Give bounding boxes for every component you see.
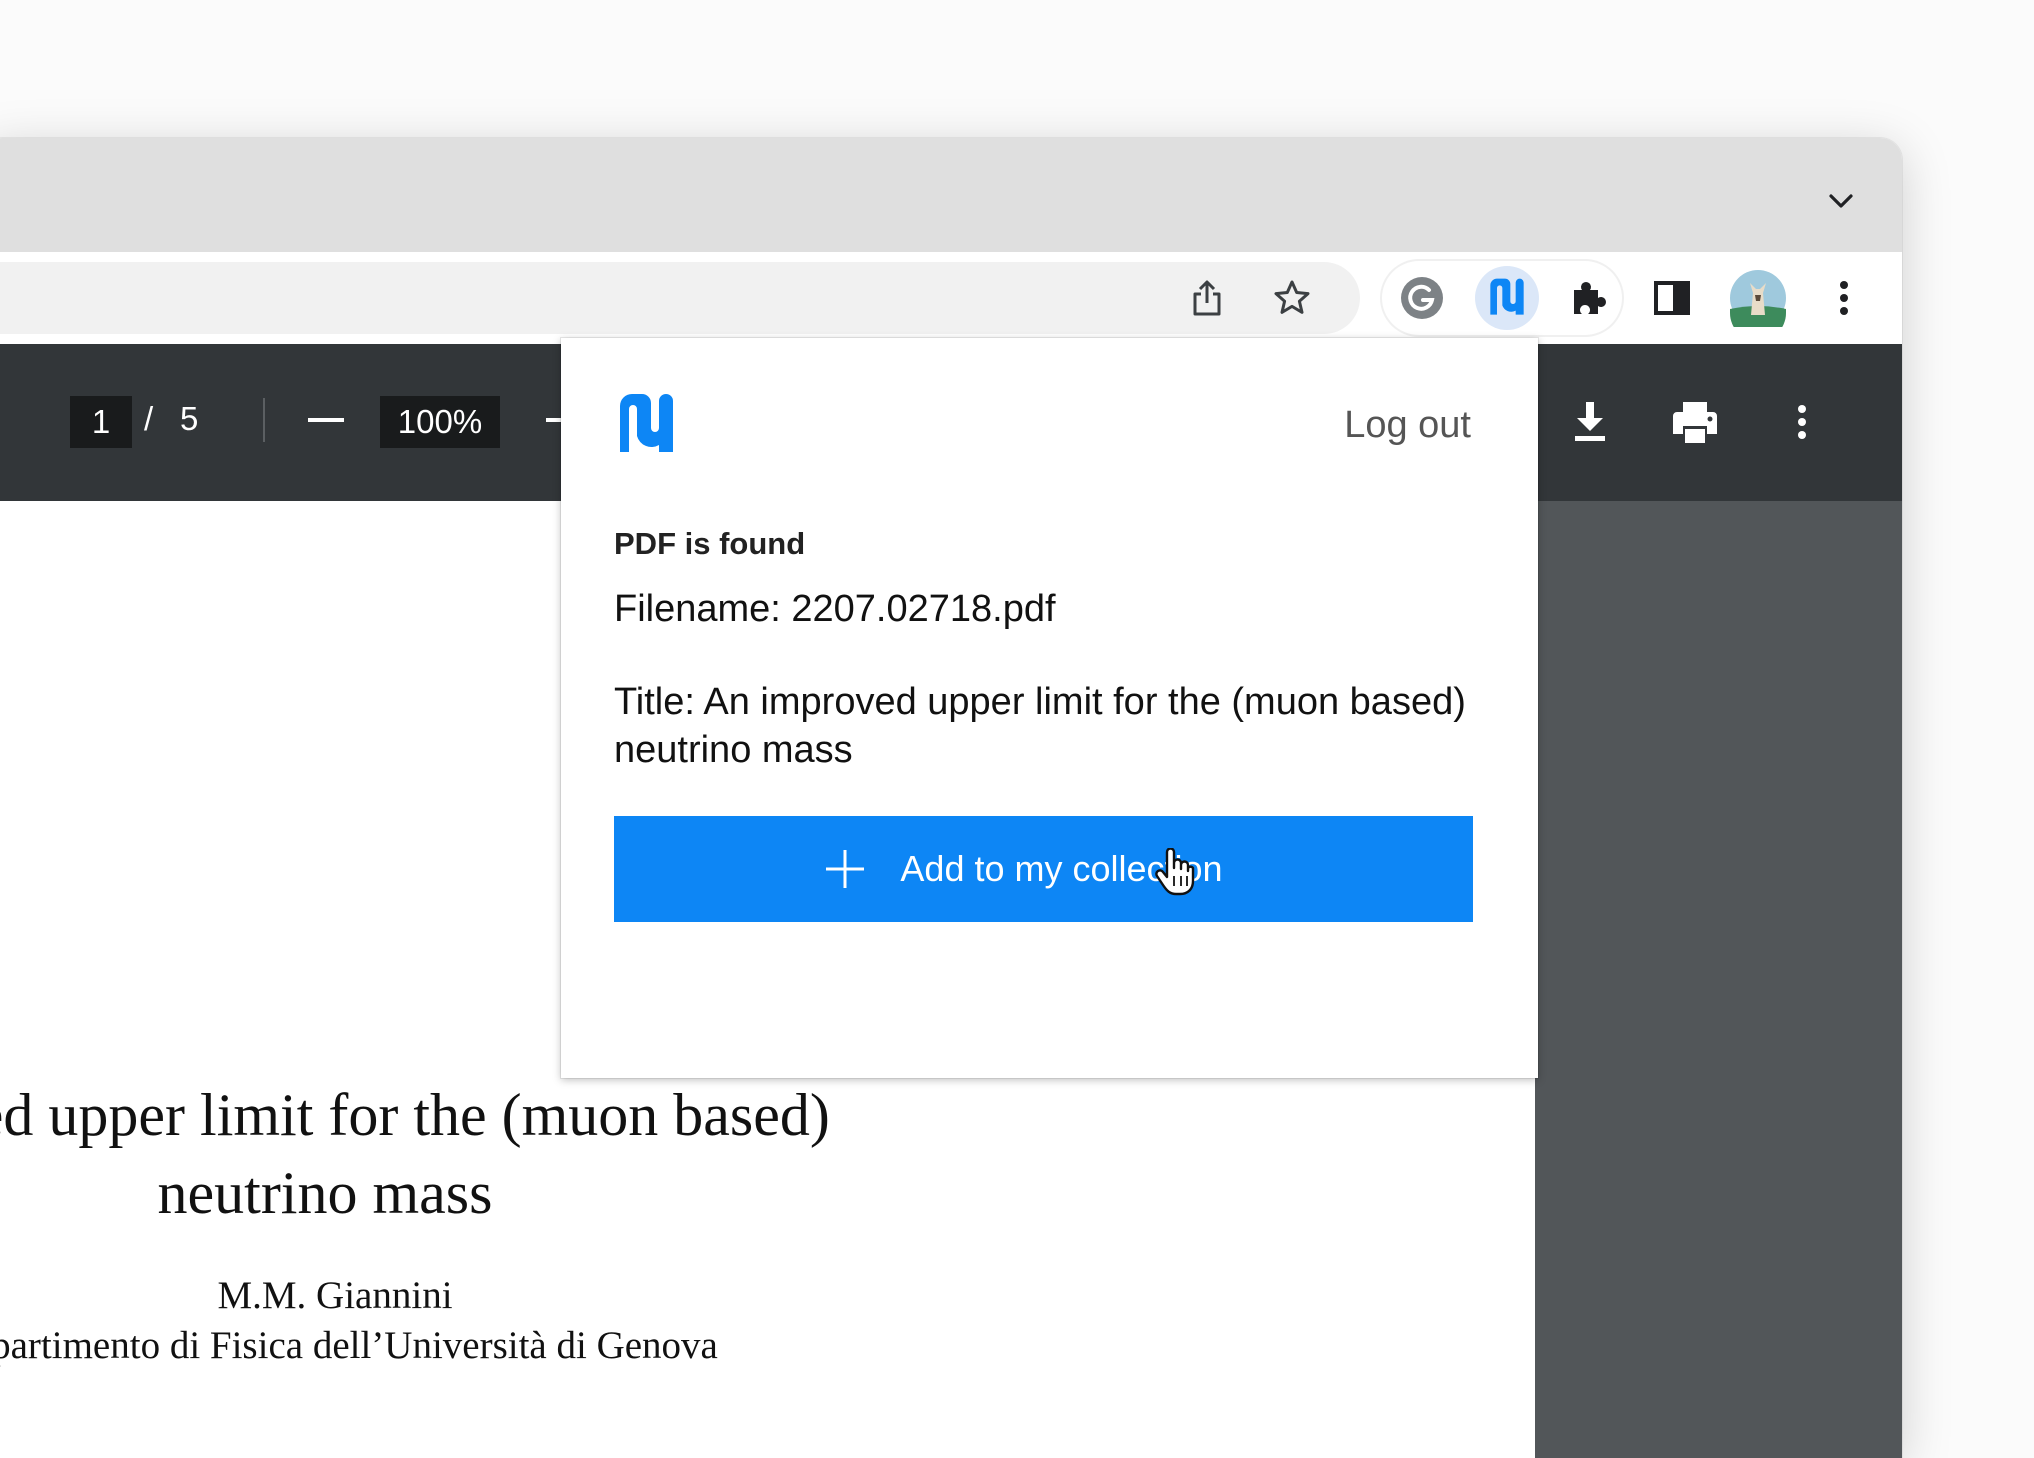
page-number-input[interactable]: 1 [70, 396, 132, 448]
document-title-line-2: neutrino mass [157, 1160, 493, 1226]
browser-toolbar [0, 252, 1902, 344]
paper-extension-button[interactable] [1475, 266, 1539, 330]
address-bar[interactable] [0, 262, 1360, 334]
browser-menu-button[interactable] [1816, 270, 1872, 326]
download-button[interactable] [1560, 392, 1620, 452]
document-affiliation: Dipartimento di Fisica dell’Università d… [0, 1324, 718, 1367]
minus-icon[interactable] [302, 394, 350, 446]
toolbar-divider [263, 398, 265, 442]
page-separator: / [144, 400, 154, 437]
document-author: M.M. Giannini [217, 1274, 453, 1317]
profile-button[interactable] [1726, 266, 1790, 330]
document-title-line-1: mproved upper limit for the (muon based) [0, 1082, 830, 1148]
puzzle-icon [1574, 282, 1606, 314]
plus-icon [826, 850, 865, 888]
extensions-menu-button[interactable] [1560, 270, 1616, 326]
add-to-collection-button[interactable]: Add to my collection [614, 816, 1473, 922]
filename-text: Filename: 2207.02718.pdf [614, 588, 1056, 630]
print-icon [1673, 402, 1717, 443]
document-title-text: Title: An improved upper limit for the (… [614, 681, 1466, 771]
extension-logo-icon [620, 394, 673, 452]
side-panel-icon [1654, 281, 1690, 315]
bookmark-star-button[interactable] [1264, 270, 1320, 326]
side-panel-button[interactable] [1644, 270, 1700, 326]
extension-logo-icon [1490, 278, 1524, 315]
print-button[interactable] [1665, 392, 1725, 452]
zoom-level-input[interactable]: 100% [380, 396, 500, 448]
avatar [1730, 270, 1786, 327]
grammarly-extension-button[interactable] [1394, 270, 1450, 326]
extension-popup: Log out PDF is found Filename: 2207.0271… [561, 338, 1538, 1078]
download-icon [1575, 402, 1605, 441]
share-icon [1193, 280, 1221, 316]
hand-cursor-icon [1155, 848, 1195, 896]
logout-link[interactable]: Log out [1344, 404, 1471, 447]
pdf-more-button[interactable] [1772, 392, 1832, 452]
document-title: mproved upper limit for the (muon based)… [0, 1076, 890, 1232]
kebab-menu-icon [1840, 281, 1848, 315]
grammarly-icon [1401, 277, 1443, 319]
kebab-menu-icon [1798, 405, 1806, 439]
chevron-down-icon[interactable] [1828, 190, 1854, 212]
page-count: 5 [180, 400, 199, 437]
tab-strip [0, 138, 1902, 252]
status-heading: PDF is found [614, 526, 806, 561]
share-button[interactable] [1179, 270, 1235, 326]
document-byline: M.M. Giannini Dipartimento di Fisica del… [0, 1271, 890, 1371]
star-icon [1274, 280, 1310, 314]
